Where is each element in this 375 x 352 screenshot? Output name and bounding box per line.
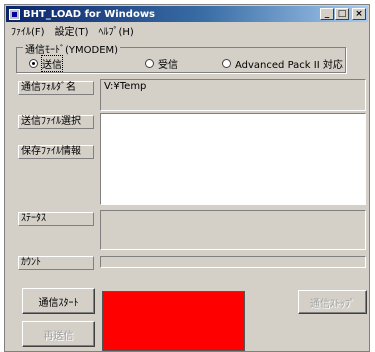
app-icon[interactable]: [9, 8, 20, 20]
radio-advanced-indicator[interactable]: [222, 59, 231, 68]
mode-group: 通信ﾓｰﾄﾞ(YMODEM) 送信 受信 Advanced Pack II 対応: [16, 41, 346, 73]
folder-field[interactable]: V:¥Temp: [100, 79, 366, 111]
radio-receive[interactable]: 受信: [145, 56, 178, 71]
maximize-button[interactable]: □: [335, 8, 349, 20]
menu-help[interactable]: ﾍﾙﾌﾟ(H): [93, 23, 138, 38]
folder-label: 通信ﾌｫﾙﾀﾞ名: [18, 81, 94, 95]
stop-button[interactable]: 通信ｽﾄｯﾌﾟ: [298, 290, 367, 314]
folder-value: V:¥Temp: [104, 81, 147, 92]
transfer-status-indicator: [102, 291, 245, 351]
title-bar[interactable]: BHT_LOAD for Windows _ □ ×: [6, 6, 368, 22]
radio-advanced-pack[interactable]: Advanced Pack II 対応: [222, 56, 343, 71]
status-label: ｽﾃｰﾀｽ: [18, 212, 94, 226]
caption-buttons: _ □ ×: [320, 8, 366, 20]
mode-group-legend: 通信ﾓｰﾄﾞ(YMODEM): [23, 41, 121, 56]
resend-button[interactable]: 再送信: [22, 321, 95, 347]
menu-settings[interactable]: 設定(T): [50, 23, 94, 38]
count-progress: [100, 256, 366, 268]
saved-info-label: 保存ﾌｧｲﾙ情報: [18, 145, 94, 159]
start-button[interactable]: 通信ｽﾀｰﾄ: [22, 288, 95, 314]
window-title: BHT_LOAD for Windows: [23, 8, 156, 20]
file-select-label: 送信ﾌｧｲﾙ選択: [18, 115, 94, 129]
menu-bar: ﾌｧｲﾙ(F) 設定(T) ﾍﾙﾌﾟ(H): [6, 23, 368, 38]
menu-file[interactable]: ﾌｧｲﾙ(F): [6, 23, 50, 38]
app-window: BHT_LOAD for Windows _ □ × ﾌｧｲﾙ(F) 設定(T)…: [4, 4, 370, 352]
close-button[interactable]: ×: [352, 8, 366, 20]
status-field: [100, 210, 366, 250]
radio-send-label[interactable]: 送信: [41, 55, 63, 72]
stop-button-label: 通信ｽﾄｯﾌﾟ: [310, 298, 355, 310]
radio-send[interactable]: 送信: [29, 55, 63, 72]
radio-send-indicator[interactable]: [29, 59, 38, 68]
radio-receive-indicator[interactable]: [145, 59, 154, 68]
count-label: ｶｳﾝﾄ: [18, 256, 94, 270]
start-button-label: 通信ｽﾀｰﾄ: [38, 297, 79, 309]
file-list[interactable]: [100, 113, 366, 205]
radio-receive-label[interactable]: 受信: [158, 56, 178, 71]
minimize-button[interactable]: _: [320, 8, 334, 20]
radio-advanced-label[interactable]: Advanced Pack II 対応: [235, 56, 343, 71]
resend-button-label: 再送信: [43, 330, 74, 342]
